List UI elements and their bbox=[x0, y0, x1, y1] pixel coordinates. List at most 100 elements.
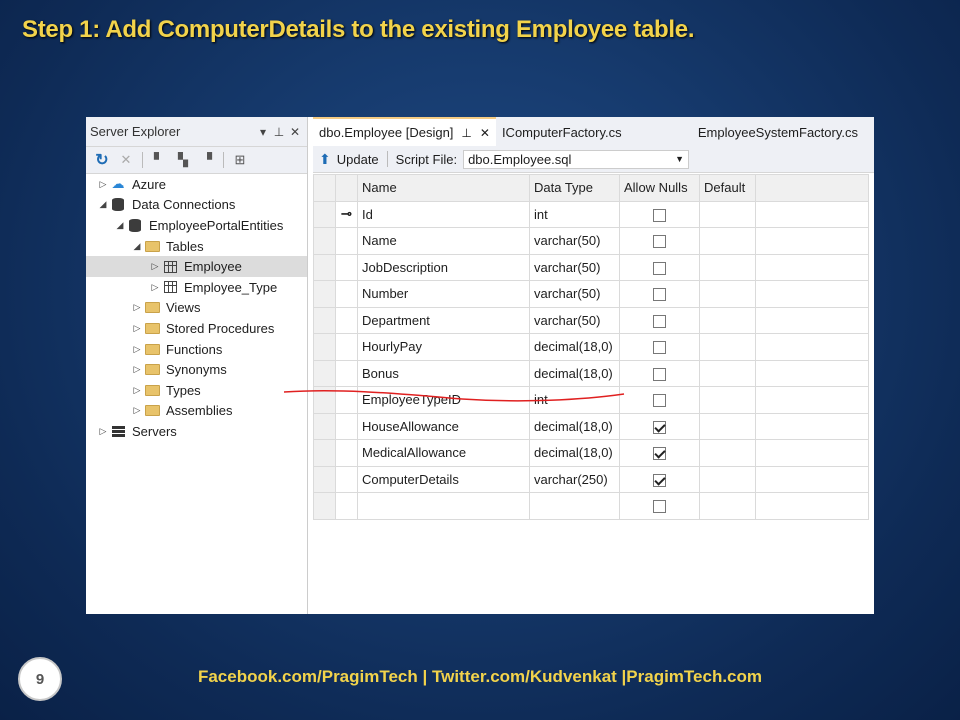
column-name-cell[interactable]: Department bbox=[357, 306, 530, 334]
default-cell[interactable] bbox=[699, 465, 756, 493]
close-icon[interactable]: ✕ bbox=[287, 125, 303, 139]
collapsed-arrow-icon[interactable]: ▷ bbox=[130, 385, 144, 396]
tab-employee-design[interactable]: dbo.Employee [Design] ⊥ ✕ bbox=[313, 117, 496, 146]
collapsed-arrow-icon[interactable]: ▷ bbox=[130, 302, 144, 313]
allow-nulls-checkbox[interactable] bbox=[653, 235, 666, 249]
script-file-dropdown[interactable]: dbo.Employee.sql ▼ bbox=[463, 149, 690, 169]
default-cell[interactable] bbox=[699, 359, 756, 387]
table-row[interactable]: MedicalAllowance decimal(18,0) bbox=[313, 439, 869, 467]
table-row[interactable]: Number varchar(50) bbox=[313, 280, 869, 308]
default-cell[interactable] bbox=[699, 280, 756, 308]
tree-item[interactable]: ▷ Stored Procedures bbox=[86, 318, 307, 339]
tree-item[interactable]: ▷ Employee bbox=[86, 256, 307, 277]
collapsed-arrow-icon[interactable]: ▷ bbox=[130, 364, 144, 375]
table-row[interactable]: JobDescription varchar(50) bbox=[313, 253, 869, 281]
dropdown-arrow-icon[interactable]: ▾ bbox=[255, 125, 271, 139]
default-cell[interactable] bbox=[699, 306, 756, 334]
data-type-cell[interactable]: varchar(50) bbox=[529, 306, 620, 334]
column-name-cell[interactable] bbox=[357, 492, 530, 520]
tab-employeesystemfactory[interactable]: EmployeeSystemFactory.cs bbox=[692, 119, 864, 146]
data-type-cell[interactable]: decimal(18,0) bbox=[529, 359, 620, 387]
collapsed-arrow-icon[interactable]: ▷ bbox=[96, 179, 110, 190]
row-header[interactable] bbox=[313, 280, 336, 308]
update-button[interactable]: Update bbox=[337, 152, 379, 167]
tree-item[interactable]: ▷ ☁ Azure bbox=[86, 174, 307, 195]
table-row[interactable]: Department varchar(50) bbox=[313, 306, 869, 334]
allow-nulls-checkbox[interactable] bbox=[653, 473, 666, 487]
data-type-cell[interactable]: decimal(18,0) bbox=[529, 439, 620, 467]
allow-nulls-checkbox[interactable] bbox=[653, 420, 666, 434]
column-name-cell[interactable]: HourlyPay bbox=[357, 333, 530, 361]
column-header-default[interactable]: Default bbox=[699, 174, 756, 202]
column-name-cell[interactable]: JobDescription bbox=[357, 253, 530, 281]
allow-nulls-checkbox[interactable] bbox=[653, 447, 666, 461]
pin-icon[interactable]: ⊥ bbox=[271, 125, 287, 139]
data-type-cell[interactable]: varchar(250) bbox=[529, 465, 620, 493]
default-cell[interactable] bbox=[699, 333, 756, 361]
table-row[interactable]: ⊸ Id int bbox=[313, 200, 869, 228]
allow-nulls-checkbox[interactable] bbox=[653, 500, 666, 514]
connect-server-icon[interactable]: ▚ bbox=[173, 150, 193, 170]
default-cell[interactable] bbox=[699, 200, 756, 228]
row-header[interactable] bbox=[313, 412, 336, 440]
column-name-cell[interactable]: MedicalAllowance bbox=[357, 439, 530, 467]
tree-item[interactable]: ◢ EmployeePortalEntities bbox=[86, 215, 307, 236]
data-type-cell[interactable] bbox=[529, 492, 620, 520]
column-name-cell[interactable]: Number bbox=[357, 280, 530, 308]
data-type-cell[interactable]: varchar(50) bbox=[529, 253, 620, 281]
row-header[interactable] bbox=[313, 253, 336, 281]
allow-nulls-checkbox[interactable] bbox=[653, 288, 666, 302]
data-type-cell[interactable]: varchar(50) bbox=[529, 227, 620, 255]
tree-item[interactable]: ◢ Tables bbox=[86, 236, 307, 257]
row-header[interactable] bbox=[313, 439, 336, 467]
data-type-cell[interactable]: int bbox=[529, 200, 620, 228]
row-header[interactable] bbox=[313, 227, 336, 255]
table-row[interactable]: HouseAllowance decimal(18,0) bbox=[313, 412, 869, 440]
row-header[interactable] bbox=[313, 306, 336, 334]
stop-icon[interactable]: ✕ bbox=[116, 150, 136, 170]
row-header[interactable] bbox=[313, 200, 336, 228]
tree-item[interactable]: ▷ Synonyms bbox=[86, 359, 307, 380]
allow-nulls-checkbox[interactable] bbox=[653, 367, 666, 381]
collapsed-arrow-icon[interactable]: ▷ bbox=[130, 405, 144, 416]
close-tab-icon[interactable]: ✕ bbox=[480, 126, 490, 140]
expanded-arrow-icon[interactable]: ◢ bbox=[113, 220, 127, 231]
column-name-cell[interactable]: ComputerDetails bbox=[357, 465, 530, 493]
default-cell[interactable] bbox=[699, 253, 756, 281]
data-type-cell[interactable]: decimal(18,0) bbox=[529, 333, 620, 361]
row-header[interactable] bbox=[313, 359, 336, 387]
allow-nulls-checkbox[interactable] bbox=[653, 341, 666, 355]
tree-item[interactable]: ◢ Data Connections bbox=[86, 195, 307, 216]
connect-database-icon[interactable]: ▘ bbox=[149, 150, 169, 170]
table-row[interactable] bbox=[313, 492, 869, 520]
table-row[interactable]: Name varchar(50) bbox=[313, 227, 869, 255]
collapsed-arrow-icon[interactable]: ▷ bbox=[148, 282, 162, 293]
default-cell[interactable] bbox=[699, 412, 756, 440]
column-header-data-type[interactable]: Data Type bbox=[529, 174, 620, 202]
allow-nulls-checkbox[interactable] bbox=[653, 208, 666, 222]
column-header-allow-nulls[interactable]: Allow Nulls bbox=[619, 174, 700, 202]
allow-nulls-checkbox[interactable] bbox=[653, 394, 666, 408]
collapsed-arrow-icon[interactable]: ▷ bbox=[96, 426, 110, 437]
row-header[interactable] bbox=[313, 492, 336, 520]
object-explorer-icon[interactable]: ⊞ bbox=[230, 150, 250, 170]
collapsed-arrow-icon[interactable]: ▷ bbox=[148, 261, 162, 272]
expanded-arrow-icon[interactable]: ◢ bbox=[96, 199, 110, 210]
row-header[interactable] bbox=[313, 465, 336, 493]
allow-nulls-checkbox[interactable] bbox=[653, 261, 666, 275]
tab-icomputerfactory[interactable]: IComputerFactory.cs bbox=[496, 119, 628, 146]
collapsed-arrow-icon[interactable]: ▷ bbox=[130, 323, 144, 334]
allow-nulls-checkbox[interactable] bbox=[653, 314, 666, 328]
column-name-cell[interactable]: HouseAllowance bbox=[357, 412, 530, 440]
default-cell[interactable] bbox=[699, 227, 756, 255]
collapsed-arrow-icon[interactable]: ▷ bbox=[130, 344, 144, 355]
tree-item[interactable]: ▷ Employee_Type bbox=[86, 277, 307, 298]
tree-item[interactable]: ▷ Types bbox=[86, 380, 307, 401]
pin-icon[interactable]: ⊥ bbox=[461, 126, 471, 140]
tree-item[interactable]: ▷ Functions bbox=[86, 339, 307, 360]
table-row[interactable]: Bonus decimal(18,0) bbox=[313, 359, 869, 387]
default-cell[interactable] bbox=[699, 492, 756, 520]
default-cell[interactable] bbox=[699, 386, 756, 414]
column-name-cell[interactable]: Id bbox=[357, 200, 530, 228]
data-type-cell[interactable]: decimal(18,0) bbox=[529, 412, 620, 440]
